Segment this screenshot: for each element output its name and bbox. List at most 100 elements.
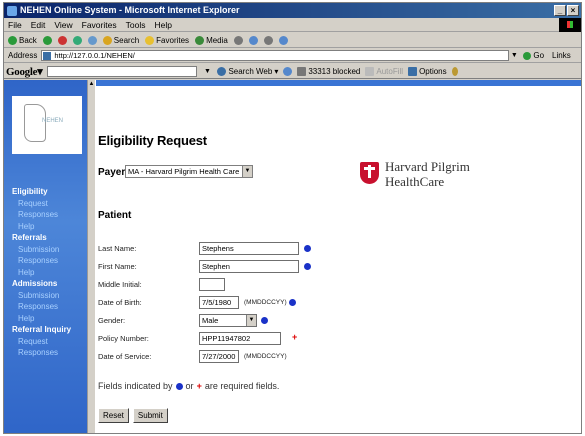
go-arrow-icon: [523, 51, 532, 60]
required-dot-icon: [304, 245, 311, 252]
media-label: Media: [206, 35, 228, 45]
history-icon[interactable]: [233, 35, 243, 45]
sidebar-section-heading[interactable]: Eligibility: [12, 186, 71, 198]
sidebar-link[interactable]: Submission: [12, 290, 71, 302]
google-logo-text: Google: [6, 65, 38, 78]
sidebar-section-heading[interactable]: Referral Inquiry: [12, 324, 71, 336]
stop-icon[interactable]: [57, 35, 67, 45]
required-dot-icon: [261, 317, 268, 324]
menu-view[interactable]: View: [54, 20, 72, 30]
sidebar-link[interactable]: Responses: [12, 301, 71, 313]
sidebar-section-heading[interactable]: Referrals: [12, 232, 71, 244]
payer-value: MA - Harvard Pilgrim Health Care: [128, 167, 240, 176]
first-name-row: First Name: Stephen: [98, 260, 438, 273]
sidebar-link[interactable]: Submission: [12, 244, 71, 256]
address-bar: Address http://127.0.0.1/NEHEN/ ▼ Go Lin…: [4, 49, 581, 63]
sidebar-link[interactable]: Request: [12, 336, 71, 348]
media-icon: [195, 35, 205, 45]
browser-window: NEHEN Online System - Microsoft Internet…: [3, 2, 582, 434]
options-label: Options: [419, 66, 447, 76]
sidebar-section-heading[interactable]: Admissions: [12, 278, 71, 290]
sidebar-link[interactable]: Responses: [12, 209, 71, 221]
popup-blocked-icon: [297, 66, 307, 76]
brand-line-1: Harvard Pilgrim: [385, 159, 470, 174]
standard-toolbar: Back Search Favorites Media: [4, 33, 581, 48]
menu-help[interactable]: Help: [154, 20, 171, 30]
search-web-label: Search Web: [228, 66, 273, 76]
first-name-field[interactable]: Stephen: [199, 260, 299, 273]
google-search-input[interactable]: [47, 65, 198, 77]
search-web-icon: [217, 66, 227, 76]
scroll-up-icon[interactable]: ▲: [88, 80, 95, 89]
forward-arrow-icon[interactable]: [42, 35, 52, 45]
policy-number-row: Policy Number: HPP11947802 +: [98, 332, 438, 345]
go-label: Go: [533, 51, 545, 60]
last-name-label: Last Name:: [98, 244, 137, 253]
media-button[interactable]: Media: [195, 35, 228, 45]
reset-button[interactable]: Reset: [98, 408, 129, 423]
windows-logo-icon: [559, 18, 581, 32]
close-button[interactable]: ×: [567, 5, 579, 16]
google-dropdown-icon[interactable]: ▼: [202, 66, 212, 77]
required-note-prefix: Fields indicated by: [98, 381, 173, 391]
pagerank-icon[interactable]: [283, 66, 293, 76]
sidebar-link[interactable]: Help: [12, 313, 71, 325]
edit-icon[interactable]: [278, 35, 288, 45]
gender-label: Gender:: [98, 316, 126, 325]
sidebar-link[interactable]: Responses: [12, 347, 71, 359]
main-panel: Eligibility Request Payer: MA - Harvard …: [96, 80, 581, 433]
dob-field[interactable]: 7/5/1980: [199, 296, 239, 309]
required-note-suffix: are required fields.: [204, 381, 280, 391]
sidebar-link[interactable]: Responses: [12, 255, 71, 267]
google-logo[interactable]: Google▾: [6, 65, 43, 78]
search-button[interactable]: Search: [102, 35, 140, 45]
dos-format-hint: (MMDDCCYY): [244, 353, 287, 360]
menu-tools[interactable]: Tools: [126, 20, 146, 30]
chevron-down-icon[interactable]: ▼: [246, 315, 256, 326]
refresh-icon[interactable]: [72, 35, 82, 45]
menu-file[interactable]: File: [8, 20, 22, 30]
print-icon[interactable]: [263, 35, 273, 45]
address-dropdown-icon[interactable]: ▼: [509, 50, 519, 61]
page-icon: [43, 52, 52, 60]
address-input[interactable]: http://127.0.0.1/NEHEN/: [41, 50, 510, 61]
home-icon[interactable]: [87, 35, 97, 45]
middle-initial-label: Middle Initial:: [98, 280, 142, 289]
middle-initial-field[interactable]: [199, 278, 225, 291]
sidebar-scrollbar[interactable]: ▲: [87, 80, 95, 433]
chevron-down-icon[interactable]: ▼: [242, 166, 252, 177]
autofill-icon: [365, 66, 375, 76]
sidebar-link[interactable]: Help: [12, 221, 71, 233]
policy-number-field[interactable]: HPP11947802: [199, 332, 281, 345]
date-of-service-field[interactable]: 7/27/2000: [199, 350, 239, 363]
sidebar-link[interactable]: Request: [12, 198, 71, 210]
middle-initial-row: Middle Initial:: [98, 278, 438, 291]
mail-icon[interactable]: [248, 35, 258, 45]
highlighter-icon[interactable]: [451, 66, 458, 76]
gender-row: Gender: Male ▼: [98, 314, 438, 327]
search-label: Search: [113, 35, 140, 45]
ie-icon: [7, 6, 17, 16]
submit-button[interactable]: Submit: [132, 408, 168, 423]
autofill-button[interactable]: AutoFill: [365, 66, 403, 76]
links-label[interactable]: Links: [552, 51, 571, 60]
popup-blocker-button[interactable]: 33313 blocked: [297, 66, 360, 76]
required-fields-note: Fields indicated by or + are required fi…: [98, 381, 279, 391]
nehen-logo-text: NEHEN: [42, 118, 64, 124]
favorites-button[interactable]: Favorites: [145, 35, 189, 45]
dob-label: Date of Birth:: [98, 298, 142, 307]
required-note-middle: or: [185, 381, 194, 391]
last-name-field[interactable]: Stephens: [199, 242, 299, 255]
go-button[interactable]: Go: [523, 51, 544, 60]
menu-favorites[interactable]: Favorites: [82, 20, 117, 30]
payer-label: Payer:: [98, 167, 129, 178]
menu-edit[interactable]: Edit: [31, 20, 46, 30]
payer-select[interactable]: MA - Harvard Pilgrim Health Care ▼: [125, 165, 253, 178]
minimize-button[interactable]: _: [554, 5, 566, 16]
gender-select[interactable]: Male ▼: [199, 314, 257, 327]
options-button[interactable]: Options: [408, 66, 447, 76]
first-name-label: First Name:: [98, 262, 137, 271]
back-button[interactable]: Back: [8, 35, 37, 45]
search-web-button[interactable]: Search Web ▾: [217, 66, 278, 76]
sidebar-link[interactable]: Help: [12, 267, 71, 279]
